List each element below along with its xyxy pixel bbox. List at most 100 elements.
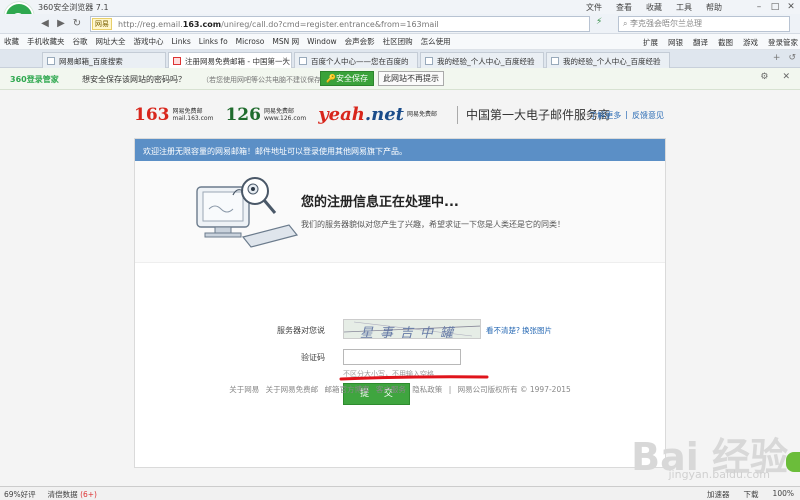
- key-icon: 🔑: [326, 74, 336, 83]
- forward-icon[interactable]: ▶: [54, 17, 68, 31]
- games-button[interactable]: 游戏: [743, 37, 758, 48]
- bookmark-item[interactable]: Window: [307, 37, 337, 46]
- red-underline-annotation: [339, 375, 489, 381]
- cleanup-status[interactable]: 清偿数据 (6+): [48, 489, 97, 500]
- favicon-icon: [299, 57, 307, 65]
- tab-baidu-jingyan-2[interactable]: 我的经验_个人中心_百度经验: [546, 52, 670, 68]
- window-title: 360安全浏览器 7.1: [38, 3, 109, 12]
- footer-link[interactable]: 关于网易免费邮: [266, 385, 319, 394]
- copyright: 网易公司版权所有 © 1997-2015: [457, 385, 571, 394]
- logo-126[interactable]: 126: [225, 105, 261, 125]
- bookmark-item[interactable]: 社区团购: [383, 36, 413, 47]
- tab-close-icon[interactable]: ✕: [282, 56, 288, 64]
- footer-link[interactable]: 邮箱官方博客: [325, 385, 370, 394]
- translate-button[interactable]: 翻译: [693, 37, 708, 48]
- tab-strip: 网易邮箱_百度搜索 注册网易免费邮箱 - 中国第一大 ✕ 百度个人中心——您在百度…: [0, 50, 800, 69]
- menu-help[interactable]: 帮助: [706, 2, 722, 13]
- tab-baidu-jingyan[interactable]: 我的经验_个人中心_百度经验: [420, 52, 544, 68]
- extensions-button[interactable]: 扩展: [643, 37, 658, 48]
- address-icons: ⚡: [596, 17, 602, 27]
- tab-baidu-personal[interactable]: 百度个人中心——您在百度的: [294, 52, 418, 68]
- footer-link[interactable]: 关于网易: [229, 385, 259, 394]
- new-tab-icon[interactable]: +: [773, 53, 781, 63]
- status-bar: 69%好评 清偿数据 (6+) 加速器 下载 100%: [0, 486, 800, 500]
- navigation-bar: ◀ ▶ ↻ 网易 http://reg.email.163.com/unireg…: [0, 14, 800, 34]
- captcha-label: 服务器对您说: [277, 326, 325, 335]
- ebank-button[interactable]: 网银: [668, 37, 683, 48]
- bookmark-item[interactable]: Microso: [236, 37, 265, 46]
- accelerator-button[interactable]: 加速器: [707, 489, 730, 500]
- restore-icon[interactable]: ↺: [788, 53, 796, 63]
- address-bar[interactable]: 网易 http://reg.email.163.com/unireg/call.…: [90, 16, 590, 32]
- footer-link[interactable]: 客户服务: [376, 385, 406, 394]
- logo-yeah[interactable]: yeah.net: [318, 104, 404, 125]
- menu-favorites[interactable]: 收藏: [646, 2, 662, 13]
- status-left: 69%好评 清偿数据 (6+): [4, 489, 97, 500]
- bookmark-item[interactable]: 手机收藏夹: [27, 36, 65, 47]
- code-label: 验证码: [301, 353, 325, 362]
- learn-more-link[interactable]: 了解更多: [589, 110, 621, 121]
- settings-icon[interactable]: ⚙: [760, 72, 768, 82]
- side-float-icon[interactable]: [786, 452, 800, 472]
- bookmark-item[interactable]: 会声会影: [345, 36, 375, 47]
- bookmark-item[interactable]: Links fo: [199, 37, 228, 46]
- menu-strip: 文件 查看 收藏 工具 帮助: [586, 2, 722, 13]
- zoom-level[interactable]: 100%: [773, 489, 794, 500]
- bookmark-item[interactable]: 网址大全: [96, 36, 126, 47]
- favicon-icon: [47, 57, 55, 65]
- bookmark-item[interactable]: MSN 网: [272, 36, 299, 47]
- menu-view[interactable]: 查看: [616, 2, 632, 13]
- safe-save-button[interactable]: 🔑安全保存: [320, 71, 374, 86]
- menu-file[interactable]: 文件: [586, 2, 602, 13]
- login-manager-button[interactable]: 登录管家: [768, 37, 798, 48]
- maximize-icon[interactable]: □: [768, 1, 782, 13]
- no-more-prompt-button[interactable]: 此网站不再提示: [378, 71, 444, 86]
- tab-163-register[interactable]: 注册网易免费邮箱 - 中国第一大 ✕: [168, 52, 292, 69]
- logo-yeah-sub: 网易免费邮: [407, 111, 438, 118]
- refresh-icon[interactable]: ↻: [70, 17, 84, 31]
- feedback-link[interactable]: 反馈意见: [632, 110, 664, 121]
- screenshot-button[interactable]: 截图: [718, 37, 733, 48]
- tab-tools: + ↺: [773, 53, 796, 63]
- rating-status[interactable]: 69%好评: [4, 489, 36, 500]
- tab-baidu-search[interactable]: 网易邮箱_百度搜索: [42, 52, 166, 68]
- captcha-image: 星事吉中罐: [343, 319, 481, 339]
- title-bar: 360安全浏览器 7.1 文件 查看 收藏 工具 帮助 – □ ✕: [0, 0, 800, 14]
- processing-title: 您的注册信息正在处理中...: [301, 195, 459, 210]
- change-image-link[interactable]: 换张图片: [522, 325, 552, 336]
- bookmark-item[interactable]: 怎么使用: [421, 36, 451, 47]
- favicon-icon: [173, 57, 181, 65]
- favicon-icon: [551, 57, 559, 65]
- login-manager-brand: 360登录管家: [10, 75, 59, 84]
- brand-logos: 163 网易免费邮 mail.163.com 126 网易免费邮 www.126.c…: [134, 104, 610, 125]
- processing-section: 您的注册信息正在处理中... 我们的服务器貌似对您产生了兴趣，希望求证一下您是人…: [135, 161, 665, 263]
- toolbar-right: 扩展 网银 翻译 截图 游戏 登录管家: [637, 34, 798, 49]
- download-button[interactable]: 下载: [744, 489, 759, 500]
- url-text: http://reg.email.163.com/unireg/call.do?…: [118, 19, 439, 29]
- lightning-icon[interactable]: ⚡: [596, 17, 602, 27]
- close-bar-icon[interactable]: ✕: [782, 72, 790, 82]
- bookmark-item[interactable]: Links: [172, 37, 191, 46]
- logo-163[interactable]: 163: [134, 105, 170, 125]
- watermark-url: jingyan.baidu.com: [668, 468, 770, 481]
- captcha-input[interactable]: [343, 349, 461, 365]
- page-content: 163 网易免费邮 mail.163.com 126 网易免费邮 www.126.c…: [0, 90, 800, 486]
- close-icon[interactable]: ✕: [784, 1, 798, 13]
- footer-link[interactable]: 隐私政策: [412, 385, 442, 394]
- minimize-icon[interactable]: –: [752, 1, 766, 13]
- top-links: 了解更多 | 反馈意见: [589, 110, 664, 121]
- search-text: 李克强会晤尔兰总理: [630, 19, 703, 28]
- back-icon[interactable]: ◀: [38, 17, 52, 31]
- password-save-bar: 360登录管家 想安全保存该网站的密码吗？ （若您使用网吧等公共电脑不建议保存）…: [0, 68, 800, 90]
- search-input[interactable]: ⌕ 李克强会晤尔兰总理: [618, 16, 790, 32]
- favicon-icon: [425, 57, 433, 65]
- logo-163-sub: 网易免费邮 mail.163.com: [172, 107, 214, 122]
- bookmark-favorites[interactable]: 收藏: [4, 36, 19, 47]
- search-icon: ⌕: [623, 19, 631, 28]
- bookmark-item[interactable]: 谷歌: [73, 36, 88, 47]
- bookmark-item[interactable]: 游戏中心: [134, 36, 164, 47]
- logo-126-sub: 网易免费邮 www.126.com: [263, 107, 307, 122]
- bookmarks-bar: 收藏 手机收藏夹 谷歌 网址大全 游戏中心 Links Links fo Mic…: [0, 34, 800, 50]
- cant-read-link[interactable]: 看不清楚?: [486, 325, 520, 336]
- menu-tools[interactable]: 工具: [676, 2, 692, 13]
